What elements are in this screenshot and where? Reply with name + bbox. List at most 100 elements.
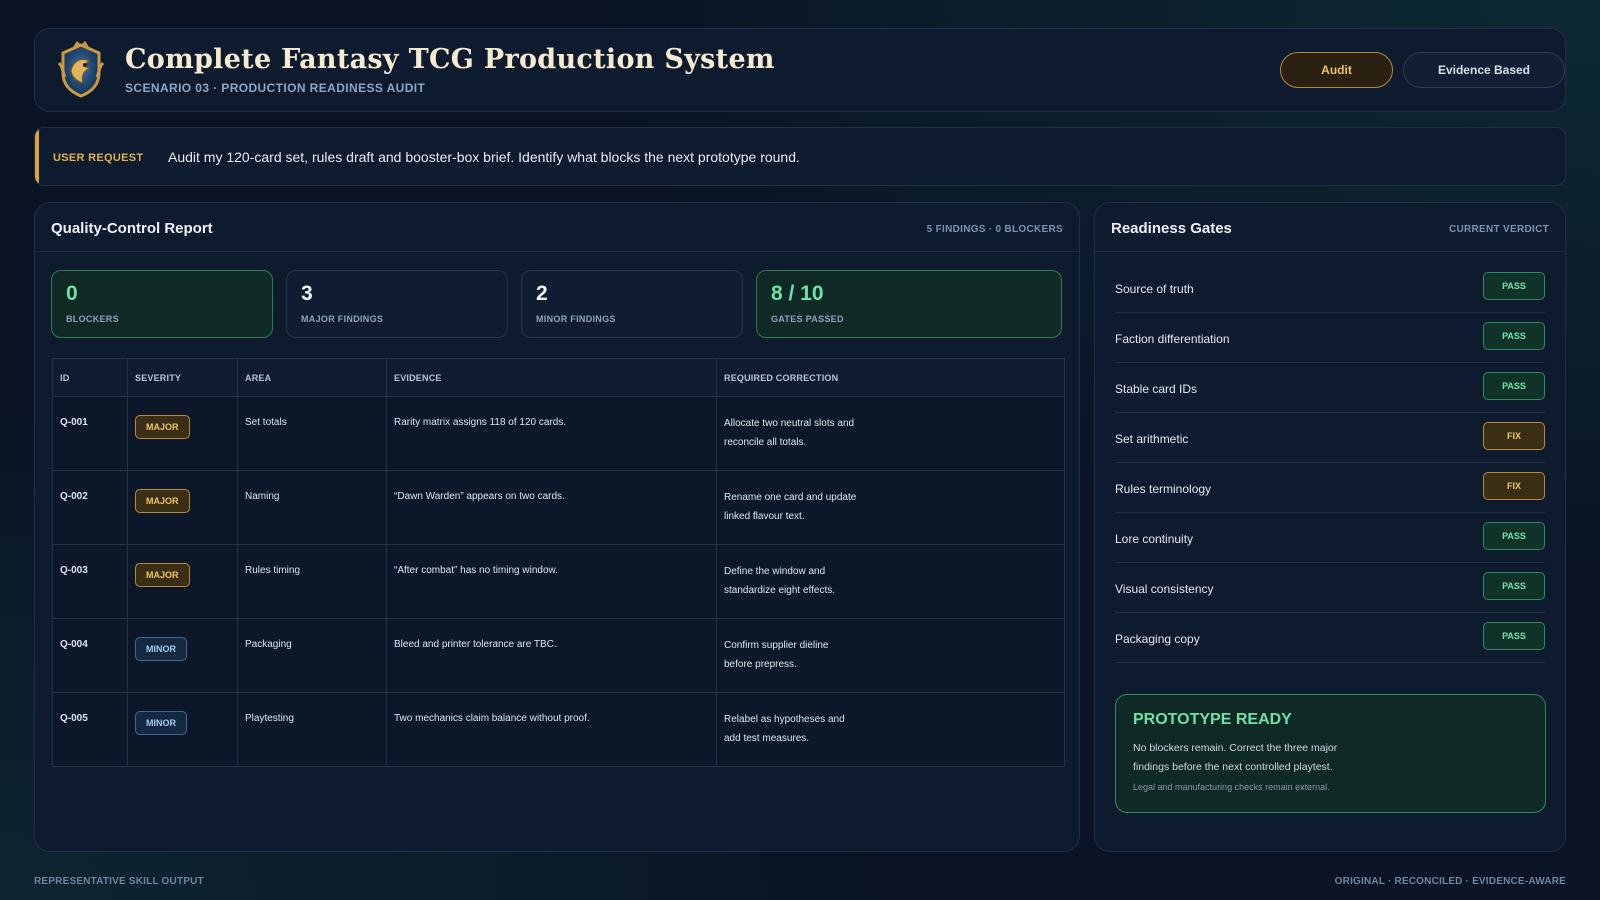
finding-evidence: “After combat” has no timing window. [386,544,717,619]
gates-panel-title: Readiness Gates [1111,220,1232,237]
stat-value: 2 [536,282,548,305]
footer-right-label: ORIGINAL · RECONCILED · EVIDENCE-AWARE [1334,876,1566,887]
gate-label: Packaging copy [1115,632,1200,646]
column-header-id: ID [52,358,128,397]
qc-panel-title: Quality-Control Report [51,220,213,237]
verdict-body-line: findings before the next controlled play… [1133,761,1333,773]
severity-badge: MINOR [135,711,187,735]
stat-value: 8 / 10 [771,282,824,305]
page-title: Complete Fantasy TCG Production System [125,44,775,75]
qc-panel-header: Quality-Control Report 5 FINDINGS · 0 BL… [35,203,1079,252]
correction-line: Rename one card and update [724,492,857,503]
finding-id: Q-004 [52,618,128,693]
severity-badge: MAJOR [135,415,190,439]
request-accent-bar [35,128,39,185]
table-row[interactable]: Q-004 MINOR Packaging Bleed and printer … [52,618,1065,693]
stat-label: MAJOR FINDINGS [301,314,384,324]
gate-row-lore-continuity: Lore continuity PASS [1115,514,1545,563]
stat-gates-passed: 8 / 10 GATES PASSED [756,270,1062,338]
gate-row-set-arithmetic: Set arithmetic FIX [1115,414,1545,463]
footer-left-label: REPRESENTATIVE SKILL OUTPUT [34,876,204,887]
finding-evidence: “Dawn Warden” appears on two cards. [386,470,717,545]
column-header-severity: SEVERITY [127,358,238,397]
correction-line: Confirm supplier dieline [724,640,829,651]
finding-correction: Confirm supplier dieline before prepress. [716,618,1065,693]
user-request-banner: USER REQUEST Audit my 120-card set, rule… [34,127,1566,186]
app-header: Complete Fantasy TCG Production System S… [34,28,1566,112]
finding-evidence: Two mechanics claim balance without proo… [386,692,717,767]
gate-label: Visual consistency [1115,582,1214,596]
verdict-card: PROTOTYPE READY No blockers remain. Corr… [1115,694,1546,813]
gate-status-badge: PASS [1483,272,1545,300]
qc-findings-summary: 5 FINDINGS · 0 BLOCKERS [926,224,1063,235]
finding-id: Q-002 [52,470,128,545]
gates-panel-header: Readiness Gates CURRENT VERDICT [1095,203,1565,252]
gate-label: Source of truth [1115,282,1194,296]
correction-line: reconcile all totals. [724,437,807,448]
finding-evidence: Bleed and printer tolerance are TBC. [386,618,717,693]
gate-status-badge: PASS [1483,622,1545,650]
verdict-body: No blockers remain. Correct the three ma… [1133,739,1373,777]
stat-label: MINOR FINDINGS [536,314,616,324]
finding-area: Rules timing [237,544,387,619]
table-row[interactable]: Q-001 MAJOR Set totals Rarity matrix ass… [52,396,1065,471]
gate-row-visual-consistency: Visual consistency PASS [1115,564,1545,613]
gate-status-badge: PASS [1483,372,1545,400]
gate-label: Rules terminology [1115,482,1212,496]
stat-label: BLOCKERS [66,314,119,324]
quality-control-panel: Quality-Control Report 5 FINDINGS · 0 BL… [34,202,1080,852]
verdict-body-line: No blockers remain. Correct the three ma… [1133,742,1338,754]
correction-line: standardize eight effects. [724,585,835,596]
finding-area: Packaging [237,618,387,693]
dragon-crest-icon [57,41,105,98]
verdict-title: PROTOTYPE READY [1133,711,1292,728]
table-header-row: ID SEVERITY AREA EVIDENCE REQUIRED CORRE… [52,358,1065,397]
evidence-based-button[interactable]: Evidence Based [1403,52,1565,88]
finding-correction: Allocate two neutral slots and reconcile … [716,396,1065,471]
stat-value: 0 [66,282,78,305]
gate-row-packaging-copy: Packaging copy PASS [1115,614,1545,663]
severity-badge: MAJOR [135,563,190,587]
table-row[interactable]: Q-005 MINOR Playtesting Two mechanics cl… [52,692,1065,767]
severity-badge: MAJOR [135,489,190,513]
finding-correction: Define the window and standardize eight e… [716,544,1065,619]
stat-blockers: 0 BLOCKERS [51,270,273,338]
column-header-area: AREA [237,358,387,397]
gate-label: Lore continuity [1115,532,1194,546]
gate-label: Set arithmetic [1115,432,1189,446]
finding-id: Q-003 [52,544,128,619]
table-row[interactable]: Q-003 MAJOR Rules timing “After combat” … [52,544,1065,619]
table-row[interactable]: Q-002 MAJOR Naming “Dawn Warden” appears… [52,470,1065,545]
finding-id: Q-005 [52,692,128,767]
gate-row-faction-differentiation: Faction differentiation PASS [1115,314,1545,363]
gate-status-badge: PASS [1483,572,1545,600]
gate-row-source-of-truth: Source of truth PASS [1115,264,1545,313]
gate-status-badge: FIX [1483,472,1545,500]
gate-status-badge: FIX [1483,422,1545,450]
stat-value: 3 [301,282,313,305]
gate-status-badge: PASS [1483,322,1545,350]
gate-label: Stable card IDs [1115,382,1198,396]
finding-evidence: Rarity matrix assigns 118 of 120 cards. [386,396,717,471]
findings-table: ID SEVERITY AREA EVIDENCE REQUIRED CORRE… [52,358,1065,767]
gate-row-stable-card-ids: Stable card IDs PASS [1115,364,1545,413]
correction-line: Allocate two neutral slots and [724,418,855,429]
column-header-evidence: EVIDENCE [386,358,717,397]
correction-line: before prepress. [724,659,797,670]
finding-correction: Rename one card and update linked flavour… [716,470,1065,545]
verdict-note: Legal and manufacturing checks remain ex… [1133,782,1330,792]
finding-area: Set totals [237,396,387,471]
readiness-gates-panel: Readiness Gates CURRENT VERDICT Source o… [1094,202,1566,852]
page-subtitle: SCENARIO 03 · PRODUCTION READINESS AUDIT [125,81,426,95]
finding-area: Naming [237,470,387,545]
finding-id: Q-001 [52,396,128,471]
correction-line: linked flavour text. [724,511,805,522]
stat-minor-findings: 2 MINOR FINDINGS [521,270,743,338]
gate-status-badge: PASS [1483,522,1545,550]
request-label: USER REQUEST [53,152,144,164]
correction-line: Relabel as hypotheses and [724,714,845,725]
finding-area: Playtesting [237,692,387,767]
stat-major-findings: 3 MAJOR FINDINGS [286,270,508,338]
stat-label: GATES PASSED [771,314,844,324]
audit-button[interactable]: Audit [1280,52,1393,88]
